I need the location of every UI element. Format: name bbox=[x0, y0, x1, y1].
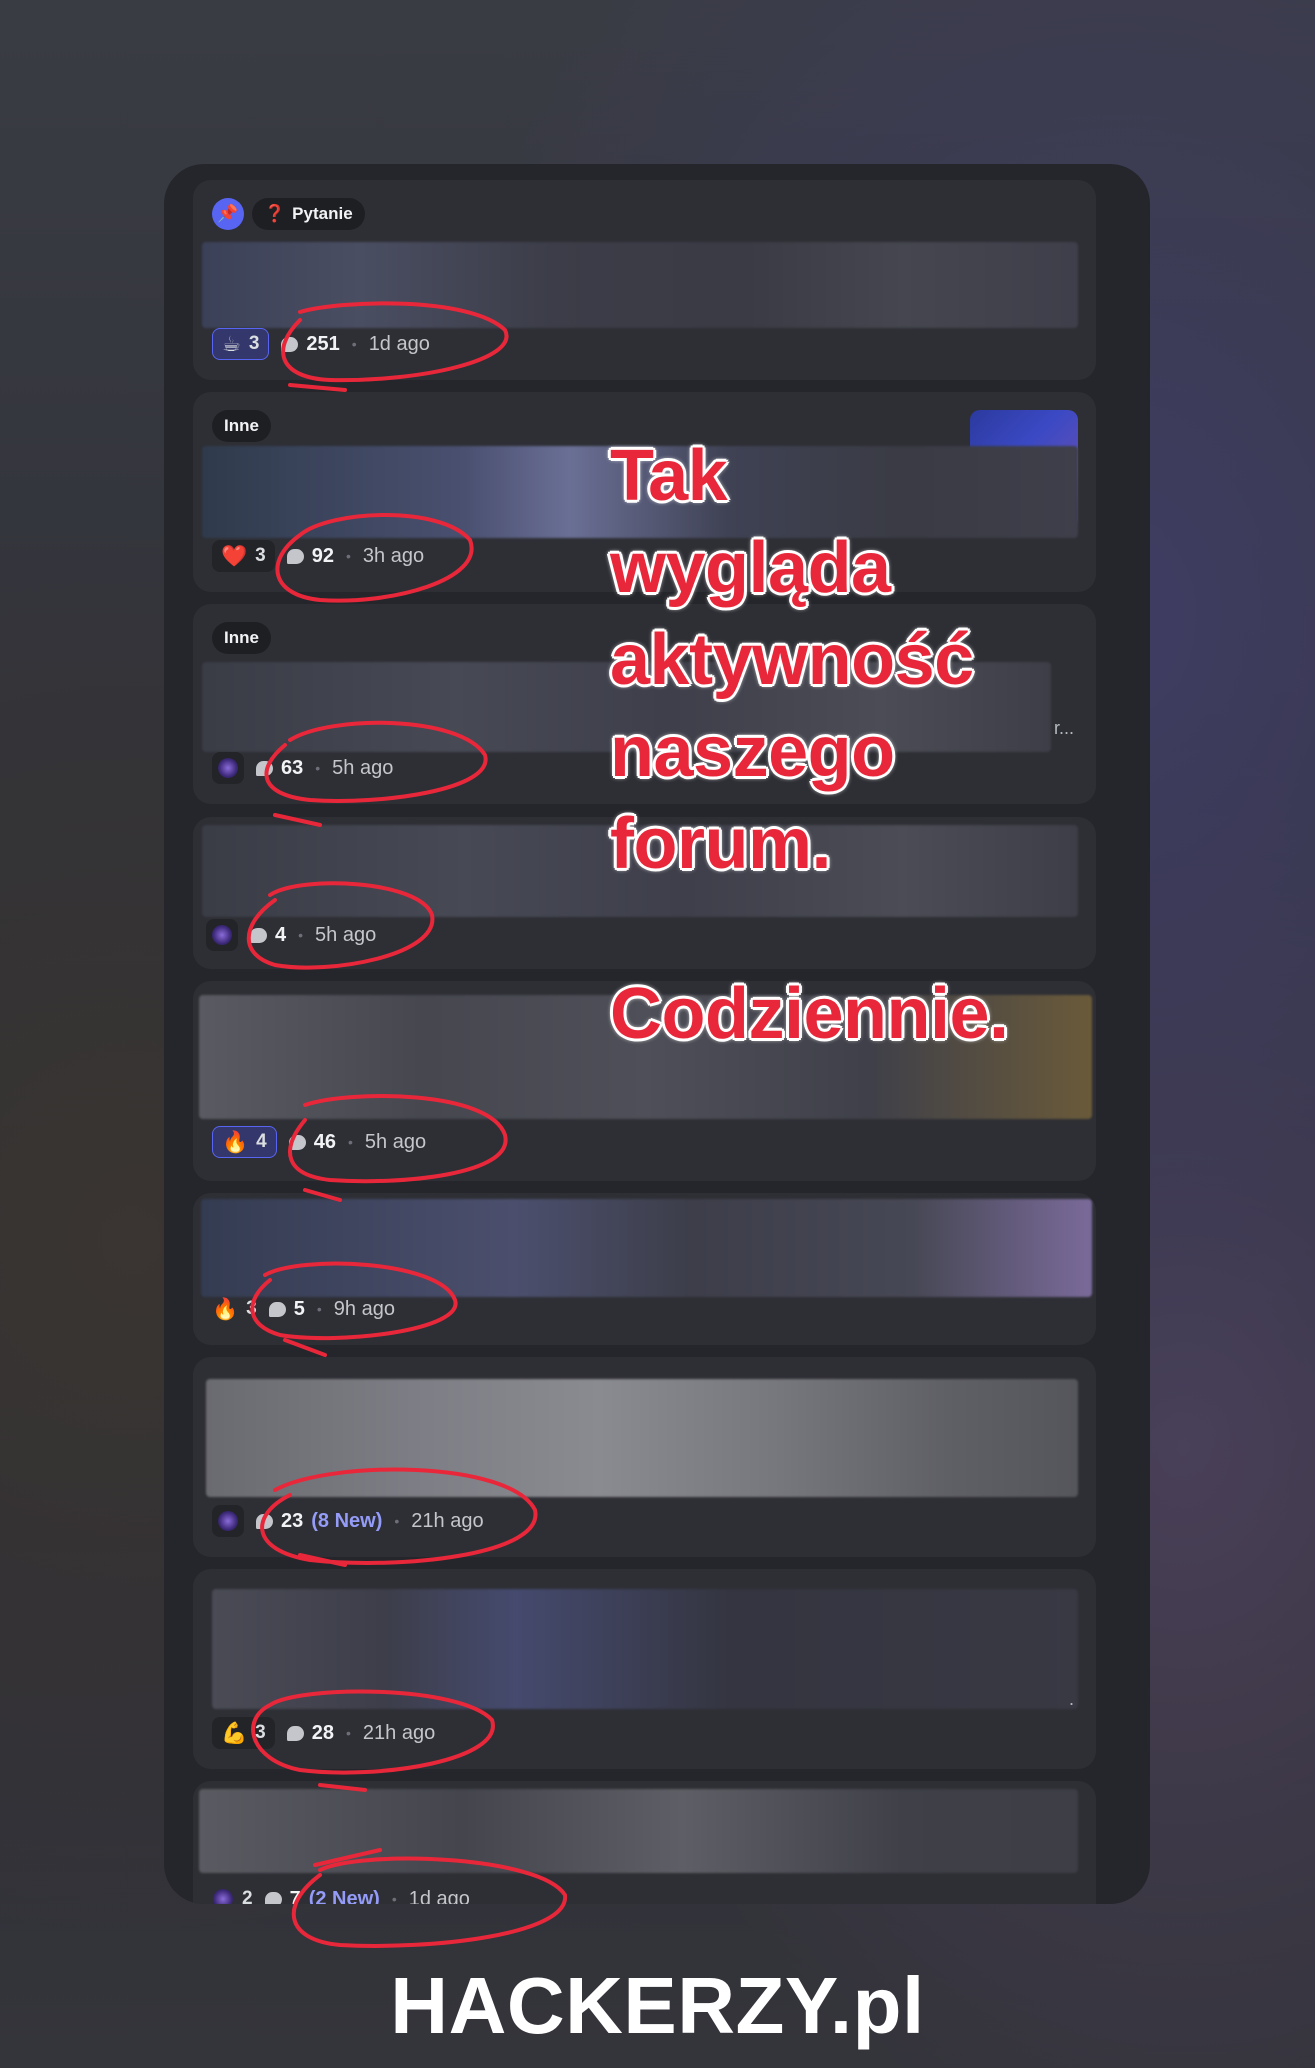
post-tag[interactable]: ❓ Pytanie bbox=[252, 198, 365, 230]
comment-count: 251 bbox=[281, 333, 340, 356]
post-time: 5h ago bbox=[364, 1130, 427, 1153]
post-meta: 2 7 (2 New) • 1d ago bbox=[212, 1883, 470, 1904]
comment-icon bbox=[250, 927, 267, 943]
post-time: 3h ago bbox=[362, 544, 425, 567]
comment-count: 63 bbox=[256, 757, 303, 780]
comment-count: 46 bbox=[288, 1131, 336, 1154]
separator: • bbox=[351, 336, 357, 352]
post-meta: ❤️ 3 92 • 3h ago bbox=[212, 540, 424, 572]
post-tag[interactable]: Inne bbox=[212, 622, 271, 654]
forum-post[interactable]: 📌 ❓ Pytanie ☕ 3 251 • 1d ago bbox=[193, 180, 1096, 380]
post-meta: 🔥 3 5 • 9h ago bbox=[212, 1293, 395, 1325]
blurred-preview bbox=[206, 1379, 1078, 1497]
blurred-preview bbox=[212, 1589, 1078, 1709]
blurred-preview bbox=[202, 242, 1078, 328]
comment-count: 7 (2 New) bbox=[264, 1887, 380, 1905]
comment-icon bbox=[268, 1301, 286, 1317]
post-time: 5h ago bbox=[315, 923, 377, 946]
comment-count: 28 bbox=[286, 1722, 334, 1745]
comment-count: 23 (8 New) bbox=[256, 1510, 382, 1533]
new-count: (8 New) bbox=[311, 1509, 383, 1532]
forum-post[interactable]: 2 7 (2 New) • 1d ago bbox=[193, 1781, 1096, 1904]
blurred-preview bbox=[201, 1199, 1092, 1297]
reaction-button[interactable]: 🔥 4 bbox=[212, 1126, 277, 1158]
brand-watermark: HACKERZY.pl bbox=[390, 1961, 925, 2050]
comment-count: 5 bbox=[268, 1298, 305, 1321]
new-count: (2 New) bbox=[308, 1887, 380, 1905]
post-time: 1d ago bbox=[408, 1887, 470, 1905]
avatar[interactable] bbox=[206, 919, 238, 951]
blurred-preview bbox=[199, 1789, 1078, 1873]
comment-icon bbox=[264, 1891, 282, 1904]
post-tag[interactable]: Inne bbox=[212, 410, 271, 442]
comment-icon bbox=[288, 1134, 306, 1150]
comment-icon bbox=[286, 1725, 304, 1741]
annotation-text-daily: Codziennie. bbox=[610, 974, 1009, 1054]
post-meta: 4 • 5h ago bbox=[206, 919, 376, 951]
post-time: 5h ago bbox=[332, 756, 394, 779]
forum-post[interactable]: 🔥 3 5 • 9h ago bbox=[193, 1193, 1096, 1345]
forum-post[interactable]: 23 (8 New) • 21h ago bbox=[193, 1357, 1096, 1557]
post-time: 9h ago bbox=[333, 1297, 395, 1320]
post-time: 1d ago bbox=[368, 332, 430, 355]
separator: • bbox=[316, 1301, 322, 1317]
post-time: 21h ago bbox=[411, 1509, 484, 1532]
separator: • bbox=[315, 760, 321, 776]
truncated-text: . bbox=[1068, 1689, 1074, 1709]
reaction-button[interactable]: ☕ 3 bbox=[212, 328, 270, 360]
annotation-text: Tak wygląda aktywność naszego forum. bbox=[610, 436, 974, 884]
avatar[interactable] bbox=[212, 1505, 244, 1537]
separator: • bbox=[298, 927, 304, 943]
comment-icon bbox=[281, 336, 299, 352]
avatar bbox=[212, 1888, 234, 1904]
avatar[interactable] bbox=[212, 752, 244, 784]
post-meta: 🔥 4 46 • 5h ago bbox=[212, 1126, 426, 1158]
post-meta: 💪 3 28 • 21h ago bbox=[212, 1717, 435, 1749]
separator: • bbox=[345, 1725, 351, 1741]
question-icon: ❓ bbox=[264, 204, 286, 223]
comment-icon bbox=[286, 548, 304, 564]
comment-count: 92 bbox=[286, 545, 334, 568]
forum-post[interactable]: . 💪 3 28 • 21h ago bbox=[193, 1569, 1096, 1769]
reaction-button[interactable]: 💪 3 bbox=[212, 1717, 275, 1749]
comment-count: 4 bbox=[250, 924, 286, 947]
post-meta: 63 • 5h ago bbox=[212, 752, 393, 784]
reaction-button[interactable]: ❤️ 3 bbox=[212, 540, 275, 572]
separator: • bbox=[345, 548, 351, 564]
separator: • bbox=[347, 1134, 353, 1150]
comment-icon bbox=[256, 1513, 273, 1529]
pin-icon: 📌 bbox=[212, 198, 244, 230]
separator: • bbox=[394, 1513, 400, 1529]
separator: • bbox=[391, 1891, 397, 1904]
post-time: 21h ago bbox=[362, 1721, 436, 1744]
comment-icon bbox=[256, 760, 273, 776]
reaction-button[interactable]: 2 bbox=[212, 1883, 253, 1904]
reaction-button[interactable]: 🔥 3 bbox=[212, 1293, 257, 1325]
post-meta: ☕ 3 251 • 1d ago bbox=[212, 328, 430, 360]
post-meta: 23 (8 New) • 21h ago bbox=[212, 1505, 484, 1537]
